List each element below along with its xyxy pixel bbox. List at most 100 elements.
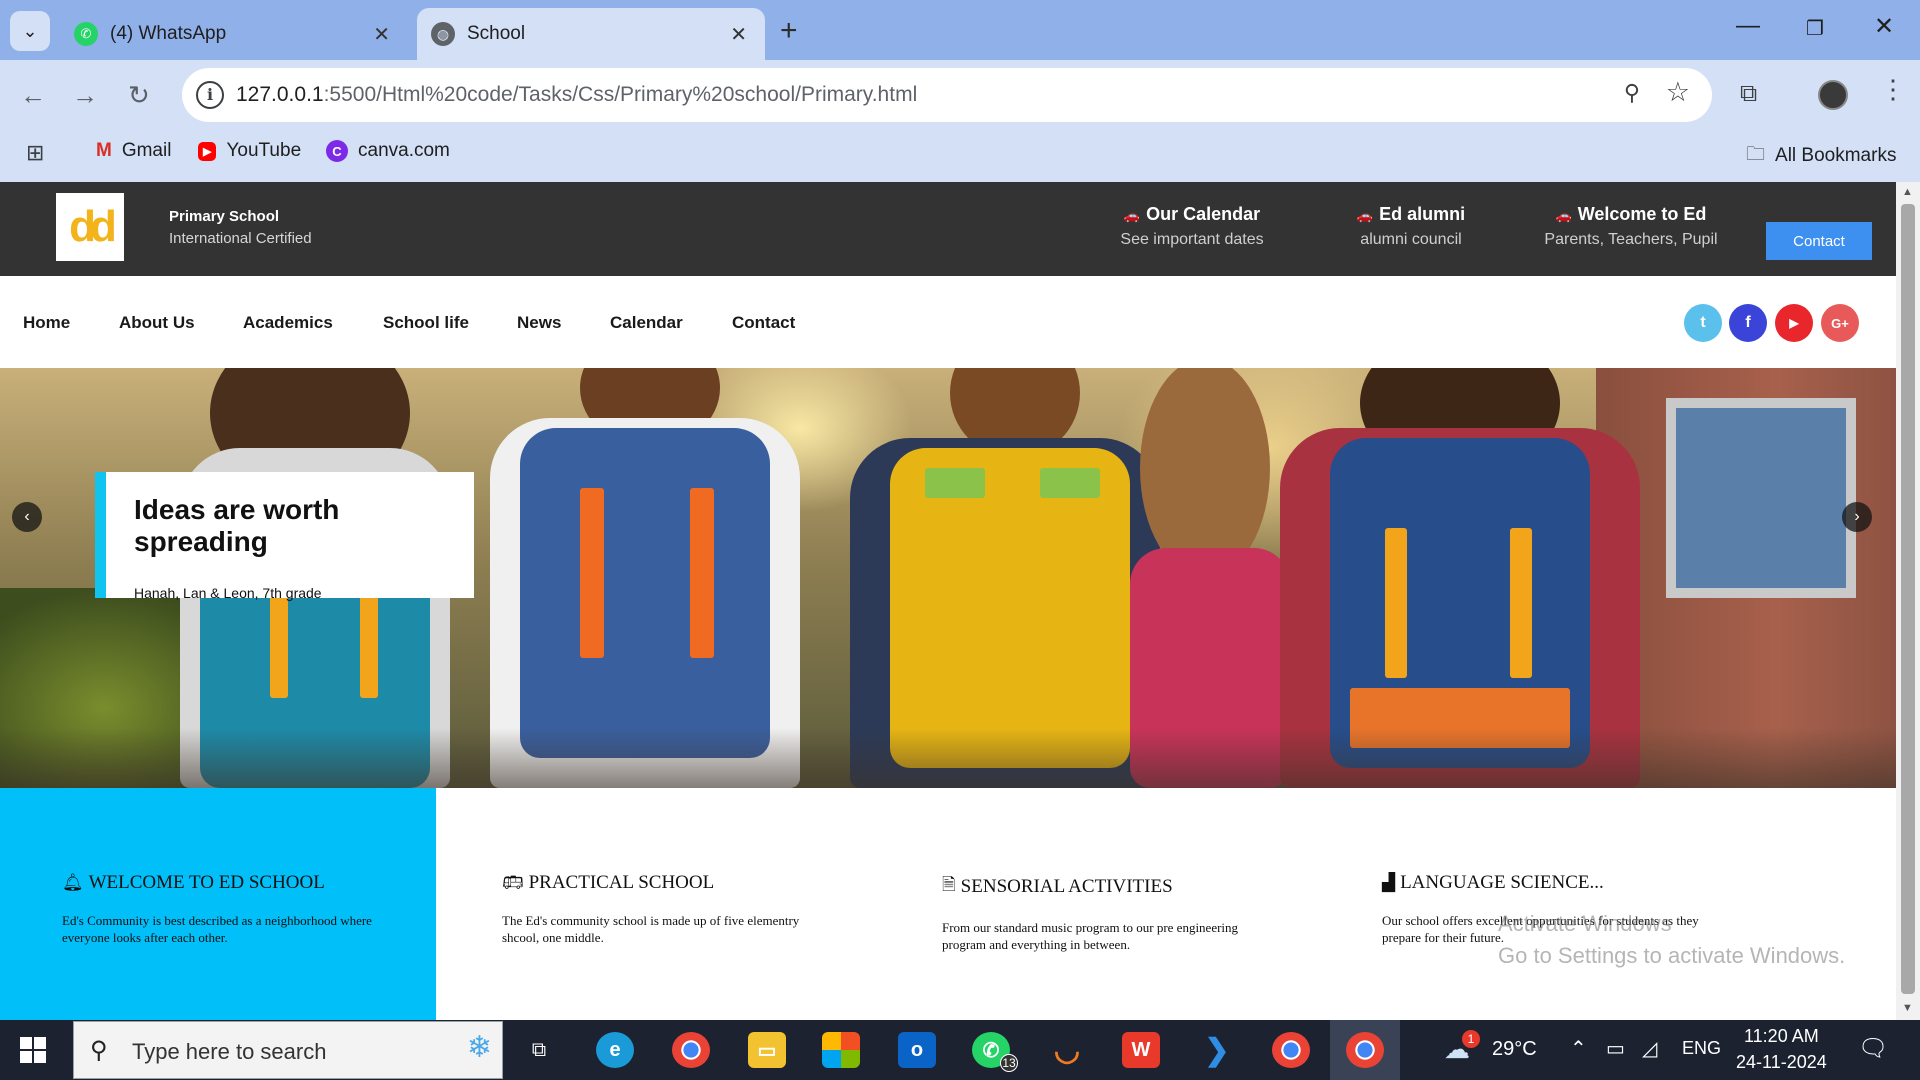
car-icon: 🚗 bbox=[1356, 208, 1374, 223]
close-window-icon[interactable]: ✕ bbox=[1874, 12, 1894, 41]
outlook-icon[interactable]: o bbox=[898, 1032, 936, 1068]
temperature[interactable]: 29°C bbox=[1492, 1038, 1537, 1061]
clock-date[interactable]: 24-11-2024 bbox=[1736, 1052, 1827, 1073]
restore-icon[interactable]: ❐ bbox=[1806, 16, 1824, 41]
feature-sensorial: 🗎 SENSORIAL ACTIVITIES From our standard … bbox=[942, 872, 1292, 953]
menu-icon[interactable]: ⋮ bbox=[1880, 74, 1906, 105]
tab-whatsapp[interactable]: ✆ (4) WhatsApp ✕ bbox=[60, 8, 408, 60]
close-icon[interactable]: ✕ bbox=[373, 22, 390, 47]
ms-store-icon[interactable] bbox=[822, 1032, 860, 1068]
carousel-prev-icon[interactable]: ‹ bbox=[12, 502, 42, 532]
contact-button[interactable]: Contact bbox=[1766, 222, 1872, 260]
nav-academics[interactable]: Academics bbox=[243, 313, 333, 333]
bookmark-youtube[interactable]: ▶ YouTube bbox=[198, 140, 301, 162]
scroll-thumb[interactable] bbox=[1901, 204, 1915, 994]
chrome-active-icon[interactable] bbox=[1346, 1032, 1384, 1068]
facebook-icon[interactable]: f bbox=[1729, 304, 1767, 342]
whatsapp-icon: ✆ bbox=[74, 22, 98, 46]
zoom-icon[interactable]: ⚲ bbox=[1624, 80, 1640, 106]
bookmark-star-icon[interactable]: ☆ bbox=[1666, 77, 1690, 108]
nav-news[interactable]: News bbox=[517, 313, 561, 333]
hero-bg-ground bbox=[0, 728, 1896, 788]
edge-icon[interactable]: e bbox=[596, 1032, 634, 1068]
google-plus-icon[interactable]: G+ bbox=[1821, 304, 1859, 342]
nav-calendar[interactable]: Calendar bbox=[610, 313, 683, 333]
site-logo[interactable]: dd bbox=[56, 193, 124, 261]
whatsapp-badge: 13 bbox=[1000, 1054, 1018, 1072]
tab-search-button[interactable]: ⌄ bbox=[10, 11, 50, 51]
weather-badge: 1 bbox=[1462, 1030, 1480, 1048]
car-icon: 🚗 bbox=[1123, 208, 1141, 223]
info-calendar[interactable]: 🚗 Our Calendar See important dates bbox=[1077, 204, 1307, 249]
file-icon: 🗎 bbox=[942, 875, 956, 895]
forward-icon[interactable]: → bbox=[72, 80, 98, 111]
windows-start-icon[interactable] bbox=[20, 1037, 46, 1063]
back-icon[interactable]: ← bbox=[20, 80, 46, 111]
avatar[interactable] bbox=[1818, 80, 1848, 110]
bookmarks-bar: ⊞ M Gmail ▶ YouTube C canva.com 🗀 All Bo… bbox=[0, 130, 1920, 178]
nav-school-life[interactable]: School life bbox=[383, 313, 469, 333]
info-welcome[interactable]: 🚗 Welcome to Ed Parents, Teachers, Pupil bbox=[1528, 204, 1734, 249]
language-indicator[interactable]: ENG bbox=[1682, 1038, 1721, 1059]
canva-icon: C bbox=[326, 140, 348, 162]
bookmark-label: canva.com bbox=[358, 140, 450, 161]
hero-caption-title: Ideas are worth spreading bbox=[134, 494, 340, 557]
windows-taskbar: ⚲ Type here to search ❄ ⧉ e ▭ o ✆ 13 ◡ W… bbox=[0, 1020, 1920, 1080]
minimize-icon[interactable]: — bbox=[1736, 12, 1760, 40]
page-scrollbar[interactable]: ▲ ▼ bbox=[1896, 182, 1920, 1020]
bookmark-label: Gmail bbox=[121, 140, 172, 161]
feature-practical: 🚌︎ PRACTICAL SCHOOL The Ed's community sc… bbox=[502, 872, 800, 945]
main-nav: Home About Us Academics School life News… bbox=[0, 276, 1896, 368]
chrome-icon[interactable] bbox=[672, 1032, 710, 1068]
notifications-icon[interactable]: 🗨︎ bbox=[1858, 1034, 1888, 1063]
bookmark-canva[interactable]: C canva.com bbox=[326, 140, 450, 162]
bus-icon: 🚌︎ bbox=[502, 873, 524, 893]
twitter-icon[interactable]: t bbox=[1684, 304, 1722, 342]
chevron-down-icon: ⌄ bbox=[22, 20, 38, 41]
hero-child-5 bbox=[1280, 368, 1640, 788]
tab-school[interactable]: ◍ School ✕ bbox=[417, 8, 765, 60]
site-top-bar: dd Primary School International Certifie… bbox=[0, 182, 1896, 276]
info-alumni[interactable]: 🚗 Ed alumni alumni council bbox=[1316, 204, 1506, 249]
scroll-down-icon[interactable]: ▼ bbox=[1902, 1002, 1913, 1014]
address-bar[interactable]: i 127.0.0.1:5500/Html%20code/Tasks/Css/P… bbox=[182, 68, 1712, 122]
tab-title: School bbox=[467, 23, 526, 44]
chevron-up-icon[interactable]: ⌃ bbox=[1570, 1036, 1587, 1061]
all-bookmarks[interactable]: 🗀 All Bookmarks bbox=[1746, 140, 1896, 172]
carousel-next-icon[interactable]: › bbox=[1842, 502, 1872, 532]
new-tab-button[interactable]: + bbox=[780, 14, 798, 48]
battery-icon[interactable]: ▭ bbox=[1606, 1036, 1625, 1061]
hero-carousel: Ideas are worth spreading Hanah, Lan & L… bbox=[0, 368, 1896, 788]
clock-time[interactable]: 11:20 AM bbox=[1744, 1026, 1819, 1047]
page-viewport: dd Primary School International Certifie… bbox=[0, 182, 1896, 1020]
brand-subtitle: International Certified bbox=[169, 230, 312, 247]
close-icon[interactable]: ✕ bbox=[730, 22, 747, 47]
nav-contact[interactable]: Contact bbox=[732, 313, 795, 333]
wps-office-icon[interactable]: W bbox=[1122, 1032, 1160, 1068]
youtube-icon[interactable]: ▶ bbox=[1775, 304, 1813, 342]
network-icon[interactable]: ◿ bbox=[1642, 1036, 1657, 1061]
extensions-icon[interactable]: ⧉ bbox=[1740, 80, 1757, 108]
youtube-icon: ▶ bbox=[198, 141, 217, 161]
nav-about-us[interactable]: About Us bbox=[119, 313, 195, 333]
hero-child-2 bbox=[480, 368, 810, 788]
reload-icon[interactable]: ↻ bbox=[128, 80, 150, 111]
app-orange-icon[interactable]: ◡ bbox=[1048, 1032, 1086, 1068]
task-view-icon[interactable]: ⧉ bbox=[520, 1032, 558, 1068]
vscode-icon[interactable]: ❯ bbox=[1198, 1032, 1236, 1068]
scroll-up-icon[interactable]: ▲ bbox=[1902, 186, 1913, 198]
file-explorer-icon[interactable]: ▭ bbox=[748, 1032, 786, 1068]
url-text[interactable]: 127.0.0.1:5500/Html%20code/Tasks/Css/Pri… bbox=[236, 83, 917, 107]
bookmark-gmail[interactable]: M Gmail bbox=[96, 140, 171, 162]
podium-icon: ▟ bbox=[1382, 873, 1396, 893]
site-info-icon[interactable]: i bbox=[196, 81, 224, 109]
apps-grid-icon[interactable]: ⊞ bbox=[26, 140, 44, 166]
tab-strip: ⌄ ✆ (4) WhatsApp ✕ ◍ School ✕ + — ❐ ✕ bbox=[0, 0, 1920, 60]
gmail-icon: M bbox=[96, 140, 112, 161]
search-highlight-icon: ❄ bbox=[466, 1031, 492, 1064]
chrome-profile-icon[interactable] bbox=[1272, 1032, 1310, 1068]
bookmark-label: YouTube bbox=[226, 140, 302, 161]
hero-caption-subtitle: Hanah, Lan & Leon, 7th grade bbox=[134, 585, 322, 601]
taskbar-search-input[interactable]: ⚲ Type here to search ❄ bbox=[73, 1021, 503, 1079]
nav-home[interactable]: Home bbox=[23, 313, 70, 333]
